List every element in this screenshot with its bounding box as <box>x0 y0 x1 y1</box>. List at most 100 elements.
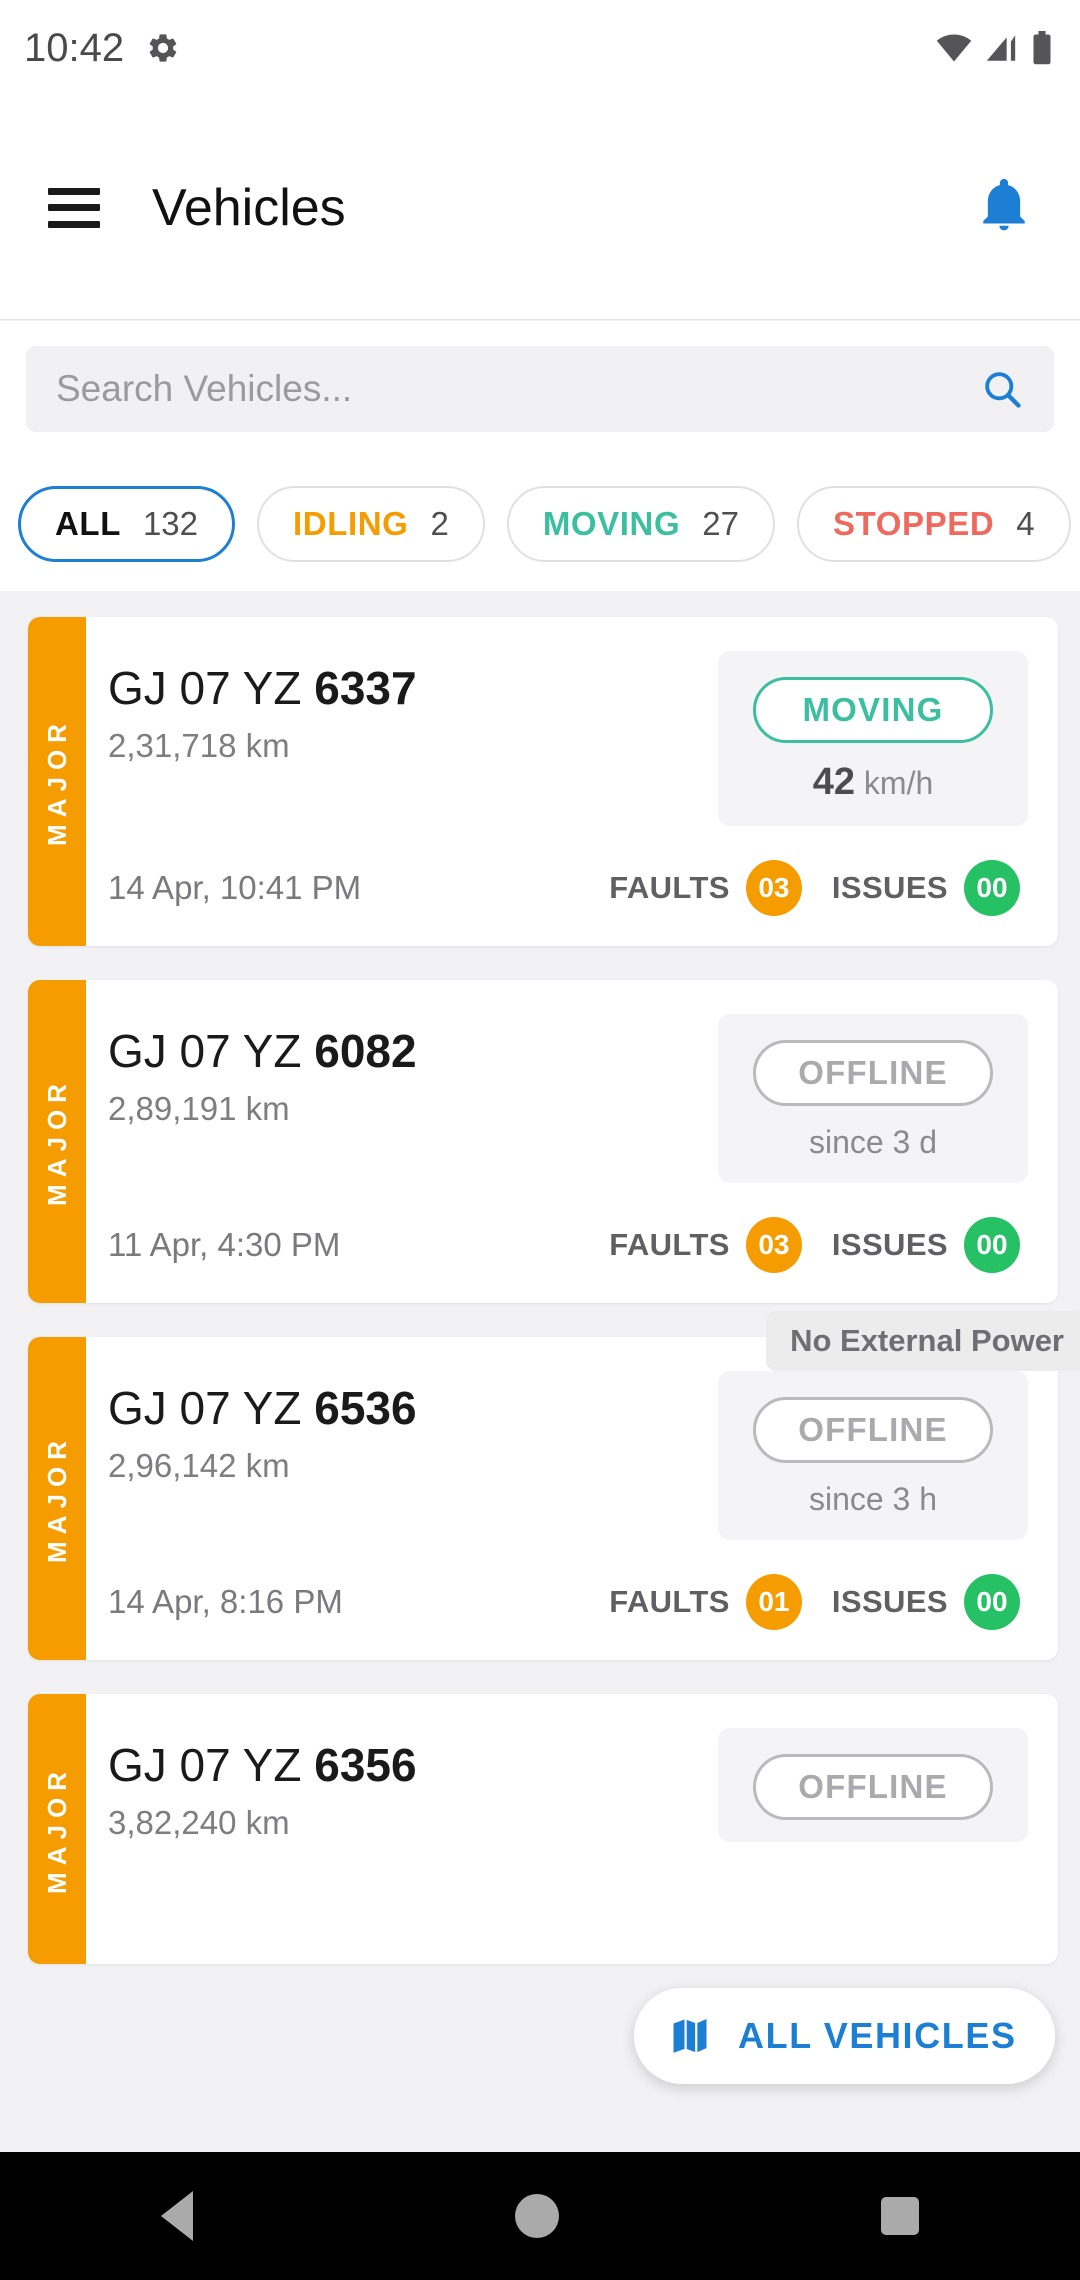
vehicle-status-pill: OFFLINE <box>753 1397 993 1463</box>
issues-label: ISSUES <box>831 1227 948 1262</box>
filter-chip-count: 27 <box>702 505 739 542</box>
vehicle-plate: GJ 07 YZ 6356 <box>108 1738 718 1792</box>
vehicle-status-pill: MOVING <box>753 677 993 743</box>
vehicle-counters: FAULTS 03 ISSUES 00 <box>609 1217 1020 1273</box>
vehicle-card-body: GJ 07 YZ 6356 3,82,240 km OFFLINE <box>86 1694 1058 1964</box>
faults-count-badge: 03 <box>745 1217 802 1273</box>
vehicle-status-panel: MOVING 42 km/h <box>718 651 1028 826</box>
filter-chip-idling[interactable]: IDLING 2 <box>257 486 485 562</box>
home-icon[interactable] <box>515 2194 559 2238</box>
battery-icon <box>1033 31 1051 65</box>
vehicle-status-panel: OFFLINE since 3 d <box>718 1014 1028 1183</box>
faults-label: FAULTS <box>609 1227 730 1262</box>
vehicle-status-panel: OFFLINE since 3 h <box>718 1371 1028 1540</box>
back-icon[interactable] <box>161 2191 193 2241</box>
app-bar: Vehicles <box>0 96 1080 320</box>
plate-number: 6356 <box>314 1739 417 1791</box>
status-badge: No External Power <box>766 1311 1080 1371</box>
search-input[interactable] <box>56 368 980 410</box>
vehicle-speed-unit: km/h <box>855 765 934 801</box>
plate-number: 6082 <box>314 1025 417 1077</box>
severity-label: MAJOR <box>41 1764 72 1894</box>
faults-count-badge: 01 <box>745 1574 802 1630</box>
vehicle-counters: FAULTS 03 ISSUES 00 <box>609 860 1020 916</box>
all-vehicles-label: ALL VEHICLES <box>738 2015 1017 2056</box>
filter-chip-label: IDLING <box>293 505 409 542</box>
vehicle-odometer: 3,82,240 km <box>108 1804 290 1841</box>
vehicle-card-top: GJ 07 YZ 6082 2,89,191 km OFFLINE since 3 d <box>108 1014 1028 1183</box>
issues-label: ISSUES <box>831 870 948 905</box>
issues-count-badge: 00 <box>964 1574 1020 1630</box>
vehicle-card[interactable]: MAJOR GJ 07 YZ 6082 2,89,191 km OFFLINE sinc… <box>28 980 1058 1303</box>
vehicle-plate: GJ 07 YZ 6337 <box>108 661 718 715</box>
vehicle-card[interactable]: MAJOR GJ 07 YZ 6356 3,82,240 km OFFLINE <box>28 1694 1058 1964</box>
vehicle-status-detail: 42 km/h <box>813 761 934 804</box>
vehicle-status-detail: since 3 h <box>808 1481 938 1517</box>
phone-screen: 10:42 Vehicles Search Vehicles... ALL 13… <box>0 0 1080 2280</box>
vehicle-card-body: GJ 07 YZ 6337 2,31,718 km MOVING 42 km/h 14 … <box>86 617 1058 946</box>
page-title: Vehicles <box>152 178 346 237</box>
vehicle-plate: GJ 07 YZ 6082 <box>108 1024 718 1078</box>
severity-strip: MAJOR <box>28 1337 86 1660</box>
faults-count-badge: 03 <box>745 860 802 916</box>
vehicle-odometer: 2,89,191 km <box>108 1090 290 1127</box>
filter-chip-moving[interactable]: MOVING 27 <box>506 486 775 562</box>
severity-strip: MAJOR <box>28 617 86 946</box>
vehicle-speed-value: 42 <box>812 761 856 803</box>
vehicle-plate: GJ 07 YZ 6536 <box>108 1381 718 1435</box>
vehicle-status-pill: OFFLINE <box>753 1040 993 1106</box>
vehicle-card-top: GJ 07 YZ 6536 2,96,142 km OFFLINE since 3 h <box>108 1371 1028 1540</box>
android-nav-bar[interactable] <box>0 2152 1080 2280</box>
faults-label: FAULTS <box>609 870 730 905</box>
status-bar-icons <box>936 31 1054 65</box>
vehicle-card-body: No External Power GJ 07 YZ 6536 2,96,142 k… <box>86 1311 1080 1660</box>
issues-count-badge: 00 <box>964 1217 1020 1273</box>
signal-icon <box>986 35 1016 61</box>
vehicle-list[interactable]: MAJOR GJ 07 YZ 6337 2,31,718 km MOVING 42 km… <box>0 591 1080 2152</box>
filter-chip-label: ALL <box>55 505 121 542</box>
severity-label: MAJOR <box>41 1077 72 1206</box>
vehicle-card-body: GJ 07 YZ 6082 2,89,191 km OFFLINE since 3 d… <box>86 980 1058 1303</box>
search-box[interactable] <box>26 346 1054 432</box>
filter-chip-count: 132 <box>142 505 199 542</box>
severity-label: MAJOR <box>41 1434 72 1563</box>
vehicle-card-footer: 14 Apr, 8:16 PM FAULTS 01 ISSUES 00 <box>108 1546 1028 1660</box>
vehicle-timestamp: 14 Apr, 10:41 PM <box>108 869 362 906</box>
recents-icon[interactable] <box>881 2197 919 2235</box>
plate-number: 6536 <box>314 1382 417 1434</box>
search-icon[interactable] <box>980 367 1024 411</box>
filter-chip-count: 2 <box>430 505 449 542</box>
plate-prefix: GJ 07 YZ <box>108 1382 315 1434</box>
vehicle-card[interactable]: MAJOR GJ 07 YZ 6337 2,31,718 km MOVING 42 km… <box>28 617 1058 946</box>
all-vehicles-button[interactable]: ALL VEHICLES <box>634 1988 1055 2084</box>
wifi-icon <box>936 34 972 62</box>
filter-chip-row[interactable]: ALL 132 IDLING 2 MOVING 27 STOPPED 4 <box>0 457 1080 591</box>
vehicle-odometer: 2,96,142 km <box>108 1447 290 1484</box>
vehicle-card-footer: 14 Apr, 10:41 PM FAULTS 03 ISSUES 00 <box>108 832 1028 946</box>
filter-chip-all[interactable]: ALL 132 <box>18 486 236 562</box>
search-bar-container <box>0 321 1080 457</box>
gear-icon <box>146 31 180 65</box>
vehicle-card-footer: 11 Apr, 4:30 PM FAULTS 03 ISSUES 00 <box>108 1189 1028 1303</box>
map-icon <box>673 2018 707 2053</box>
vehicle-identity: GJ 07 YZ 6356 3,82,240 km <box>108 1728 718 1842</box>
issues-label: ISSUES <box>831 1584 948 1619</box>
vehicle-status-detail: since 3 d <box>808 1124 938 1160</box>
severity-label: MAJOR <box>41 717 72 846</box>
plate-prefix: GJ 07 YZ <box>108 1739 315 1791</box>
vehicle-timestamp: 11 Apr, 4:30 PM <box>108 1226 341 1263</box>
vehicle-card-top: GJ 07 YZ 6337 2,31,718 km MOVING 42 km/h <box>108 651 1028 826</box>
issues-count-badge: 00 <box>964 860 1020 916</box>
vehicle-status-pill: OFFLINE <box>753 1754 993 1820</box>
status-bar-clock: 10:42 <box>24 25 125 70</box>
filter-chip-stopped[interactable]: STOPPED 4 <box>796 486 1071 562</box>
bell-icon[interactable] <box>976 175 1032 240</box>
hamburger-menu-icon[interactable] <box>48 187 100 228</box>
vehicle-card[interactable]: MAJOR No External Power GJ 07 YZ 6536 2,96,… <box>28 1311 1080 1660</box>
vehicle-odometer: 2,31,718 km <box>108 727 290 764</box>
vehicle-status-panel: OFFLINE <box>718 1728 1028 1842</box>
severity-strip: MAJOR <box>28 1694 86 1964</box>
plate-prefix: GJ 07 YZ <box>108 662 315 714</box>
status-bar: 10:42 <box>0 0 1080 96</box>
vehicle-card-top: GJ 07 YZ 6356 3,82,240 km OFFLINE <box>108 1728 1028 1842</box>
